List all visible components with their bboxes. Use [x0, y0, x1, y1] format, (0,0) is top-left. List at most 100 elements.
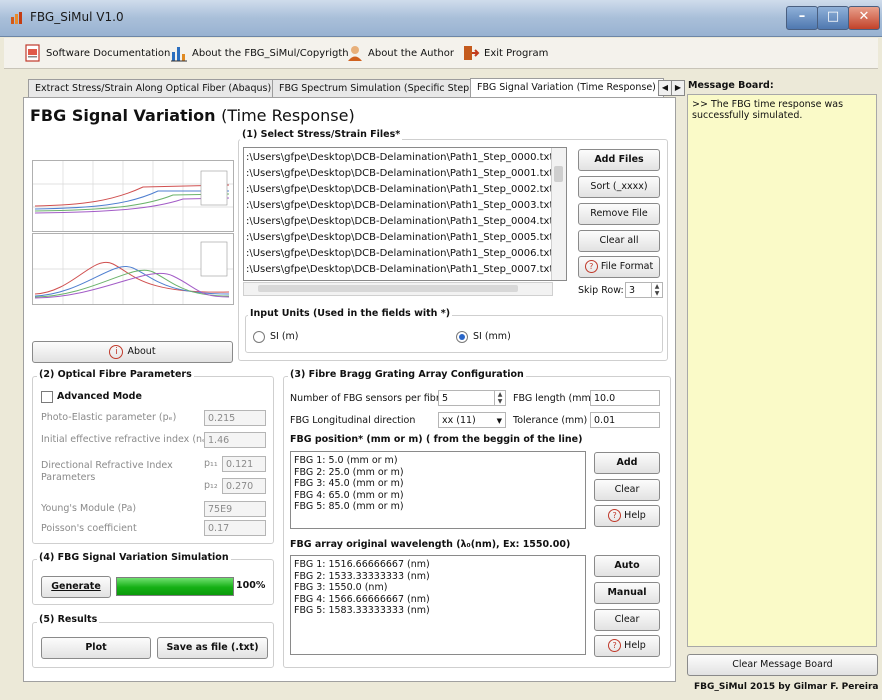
- wavelength-manual-button[interactable]: Manual: [594, 582, 660, 604]
- help-icon: ?: [584, 260, 598, 273]
- info-icon: i: [109, 344, 124, 359]
- unit-mm-radio[interactable]: [456, 331, 468, 343]
- help-icon: ?: [608, 639, 622, 652]
- list-item: FBG 5: 1583.33333333 (nm): [294, 605, 430, 616]
- p11-label: p₁₁: [204, 458, 218, 469]
- spinner-arrows[interactable]: ▲ ▼: [494, 391, 505, 405]
- tab-signal-variation[interactable]: FBG Signal Variation (Time Response): [470, 78, 664, 97]
- message-board-title: Message Board:: [688, 80, 774, 91]
- list-item[interactable]: :\Users\gfpe\Desktop\DCB-Delamination\Pa…: [246, 198, 553, 214]
- direction-select[interactable]: xx (11) ▼: [438, 412, 506, 428]
- tab-extract-stress[interactable]: Extract Stress/Strain Along Optical Fibe…: [28, 79, 277, 97]
- preview-plot-bottom: [32, 233, 234, 305]
- wavelength-label: FBG array original wavelength (λ₀(nm), E…: [290, 539, 571, 550]
- list-item[interactable]: :\Users\gfpe\Desktop\DCB-Delamination\Pa…: [246, 246, 553, 262]
- unit-m-radio[interactable]: [253, 331, 265, 343]
- preview-plot-top: [32, 160, 234, 232]
- list-item: FBG 3: 45.0 (mm or m): [294, 478, 404, 489]
- sort-button[interactable]: Sort (_xxxx): [578, 176, 660, 198]
- list-item[interactable]: :\Users\gfpe\Desktop\DCB-Delamination\Pa…: [246, 182, 553, 198]
- num-sensors-input[interactable]: 5 ▲ ▼: [438, 390, 506, 406]
- scroll-thumb[interactable]: [258, 285, 518, 292]
- select-files-label: (1) Select Stress/Strain Files*: [240, 129, 403, 140]
- list-item: FBG 4: 1566.66666667 (nm): [294, 593, 430, 605]
- young-module-field[interactable]: 75E9: [204, 501, 266, 517]
- position-help-button[interactable]: ? Help: [594, 505, 660, 527]
- young-module-label: Young's Module (Pa): [41, 503, 137, 514]
- file-list-hscroll[interactable]: [243, 282, 553, 296]
- tab-next-button[interactable]: ▶: [671, 80, 685, 96]
- list-item[interactable]: :\Users\gfpe\Desktop\DCB-Delamination\Pa…: [246, 230, 553, 246]
- close-button[interactable]: ✕: [848, 6, 880, 30]
- wavelength-list[interactable]: FBG 1: 1516.66666667 (nm) FBG 2: 1533.33…: [290, 555, 586, 655]
- fbg-position-list[interactable]: FBG 1: 5.0 (mm or m) FBG 2: 25.0 (mm or …: [290, 451, 586, 529]
- advanced-mode-label: Advanced Mode: [57, 391, 142, 402]
- exit-door-icon: [464, 46, 480, 60]
- list-item: FBG 2: 25.0 (mm or m): [294, 466, 404, 478]
- document-icon: [25, 44, 40, 62]
- direction-label: FBG Longitudinal direction: [290, 415, 416, 426]
- n-eff-label: Initial effective refractive index (nₑₒₒ…: [41, 434, 218, 445]
- file-list[interactable]: :\Users\gfpe\Desktop\DCB-Delamination\Pa…: [243, 147, 567, 281]
- wavelength-help-button[interactable]: ? Help: [594, 635, 660, 657]
- position-clear-button[interactable]: Clear: [594, 479, 660, 501]
- skip-row-label: Skip Row:: [578, 285, 624, 296]
- clear-all-button[interactable]: Clear all: [578, 230, 660, 252]
- p12-field[interactable]: 0.270: [222, 478, 266, 494]
- add-files-button[interactable]: Add Files: [578, 149, 660, 171]
- progress-text: 100%: [236, 580, 266, 591]
- unit-mm-label: SI (mm): [473, 331, 511, 342]
- scroll-thumb[interactable]: [554, 166, 563, 182]
- generate-button[interactable]: Generate: [41, 576, 111, 598]
- tab-spectrum-simulation[interactable]: FBG Spectrum Simulation (Specific Step): [272, 79, 478, 97]
- input-units-group: [245, 315, 663, 353]
- exit-program-button[interactable]: Exit Program: [462, 43, 548, 63]
- about-author-label: About the Author: [368, 47, 455, 59]
- file-format-button[interactable]: ? File Format: [578, 256, 660, 278]
- dri-label-line2: Parameters: [41, 472, 96, 483]
- list-item[interactable]: :\Users\gfpe\Desktop\DCB-Delamination\Pa…: [246, 166, 553, 182]
- fbg-length-input[interactable]: 10.0: [590, 390, 660, 406]
- poisson-label: Poisson's coefficient: [41, 523, 137, 534]
- spinner-arrows[interactable]: ▲ ▼: [651, 283, 662, 297]
- exit-program-label: Exit Program: [484, 47, 549, 59]
- chevron-down-icon: ▼: [496, 417, 502, 425]
- p11-field[interactable]: 0.121: [222, 456, 266, 472]
- message-board: >> The FBG time response was successfull…: [687, 94, 877, 647]
- advanced-mode-checkbox[interactable]: [41, 391, 53, 403]
- list-item[interactable]: :\Users\gfpe\Desktop\DCB-Delamination\Pa…: [246, 214, 553, 230]
- list-item: FBG 4: 65.0 (mm or m): [294, 489, 404, 501]
- app-icon: [11, 12, 22, 24]
- app-window: FBG_SiMul V1.0 – □ ✕ Software Documentat…: [0, 0, 882, 700]
- wavelength-clear-button[interactable]: Clear: [594, 609, 660, 631]
- software-documentation-button[interactable]: Software Documentation: [24, 43, 170, 63]
- simulation-label: (4) FBG Signal Variation Simulation: [37, 552, 231, 563]
- plot-button[interactable]: Plot: [41, 637, 151, 659]
- tab-prev-button[interactable]: ◀: [658, 80, 672, 96]
- list-item: FBG 3: 1550.0 (nm): [294, 582, 388, 593]
- n-eff-field[interactable]: 1.46: [204, 432, 266, 448]
- about-author-button[interactable]: About the Author: [346, 43, 454, 63]
- chart-bars-icon: [171, 47, 187, 62]
- minimize-button[interactable]: –: [786, 6, 818, 30]
- maximize-button[interactable]: □: [817, 6, 849, 30]
- skip-row-input[interactable]: 3 ▲ ▼: [625, 282, 663, 298]
- optical-fibre-label: (2) Optical Fibre Parameters: [37, 369, 194, 380]
- file-list-vscroll[interactable]: [551, 148, 566, 280]
- save-file-button[interactable]: Save as file (.txt): [157, 637, 268, 659]
- poisson-field[interactable]: 0.17: [204, 520, 266, 536]
- tolerance-label: Tolerance (mm): [513, 415, 588, 426]
- tolerance-input[interactable]: 0.01: [590, 412, 660, 428]
- list-item: FBG 1: 1516.66666667 (nm): [294, 559, 430, 570]
- remove-file-button[interactable]: Remove File: [578, 203, 660, 225]
- clear-message-board-button[interactable]: Clear Message Board: [687, 654, 878, 676]
- list-item[interactable]: :\Users\gfpe\Desktop\DCB-Delamination\Pa…: [246, 150, 553, 166]
- wavelength-auto-button[interactable]: Auto: [594, 555, 660, 577]
- position-add-button[interactable]: Add: [594, 452, 660, 474]
- list-item: FBG 2: 1533.33333333 (nm): [294, 570, 430, 582]
- list-item[interactable]: :\Users\gfpe\Desktop\DCB-Delamination\Pa…: [246, 262, 553, 278]
- about-copyright-button[interactable]: About the FBG_SiMul/Copyrigth: [170, 43, 349, 63]
- message-line: >> The FBG time response was: [692, 99, 844, 110]
- about-button[interactable]: i About: [32, 341, 233, 363]
- photo-elastic-field[interactable]: 0.215: [204, 410, 266, 426]
